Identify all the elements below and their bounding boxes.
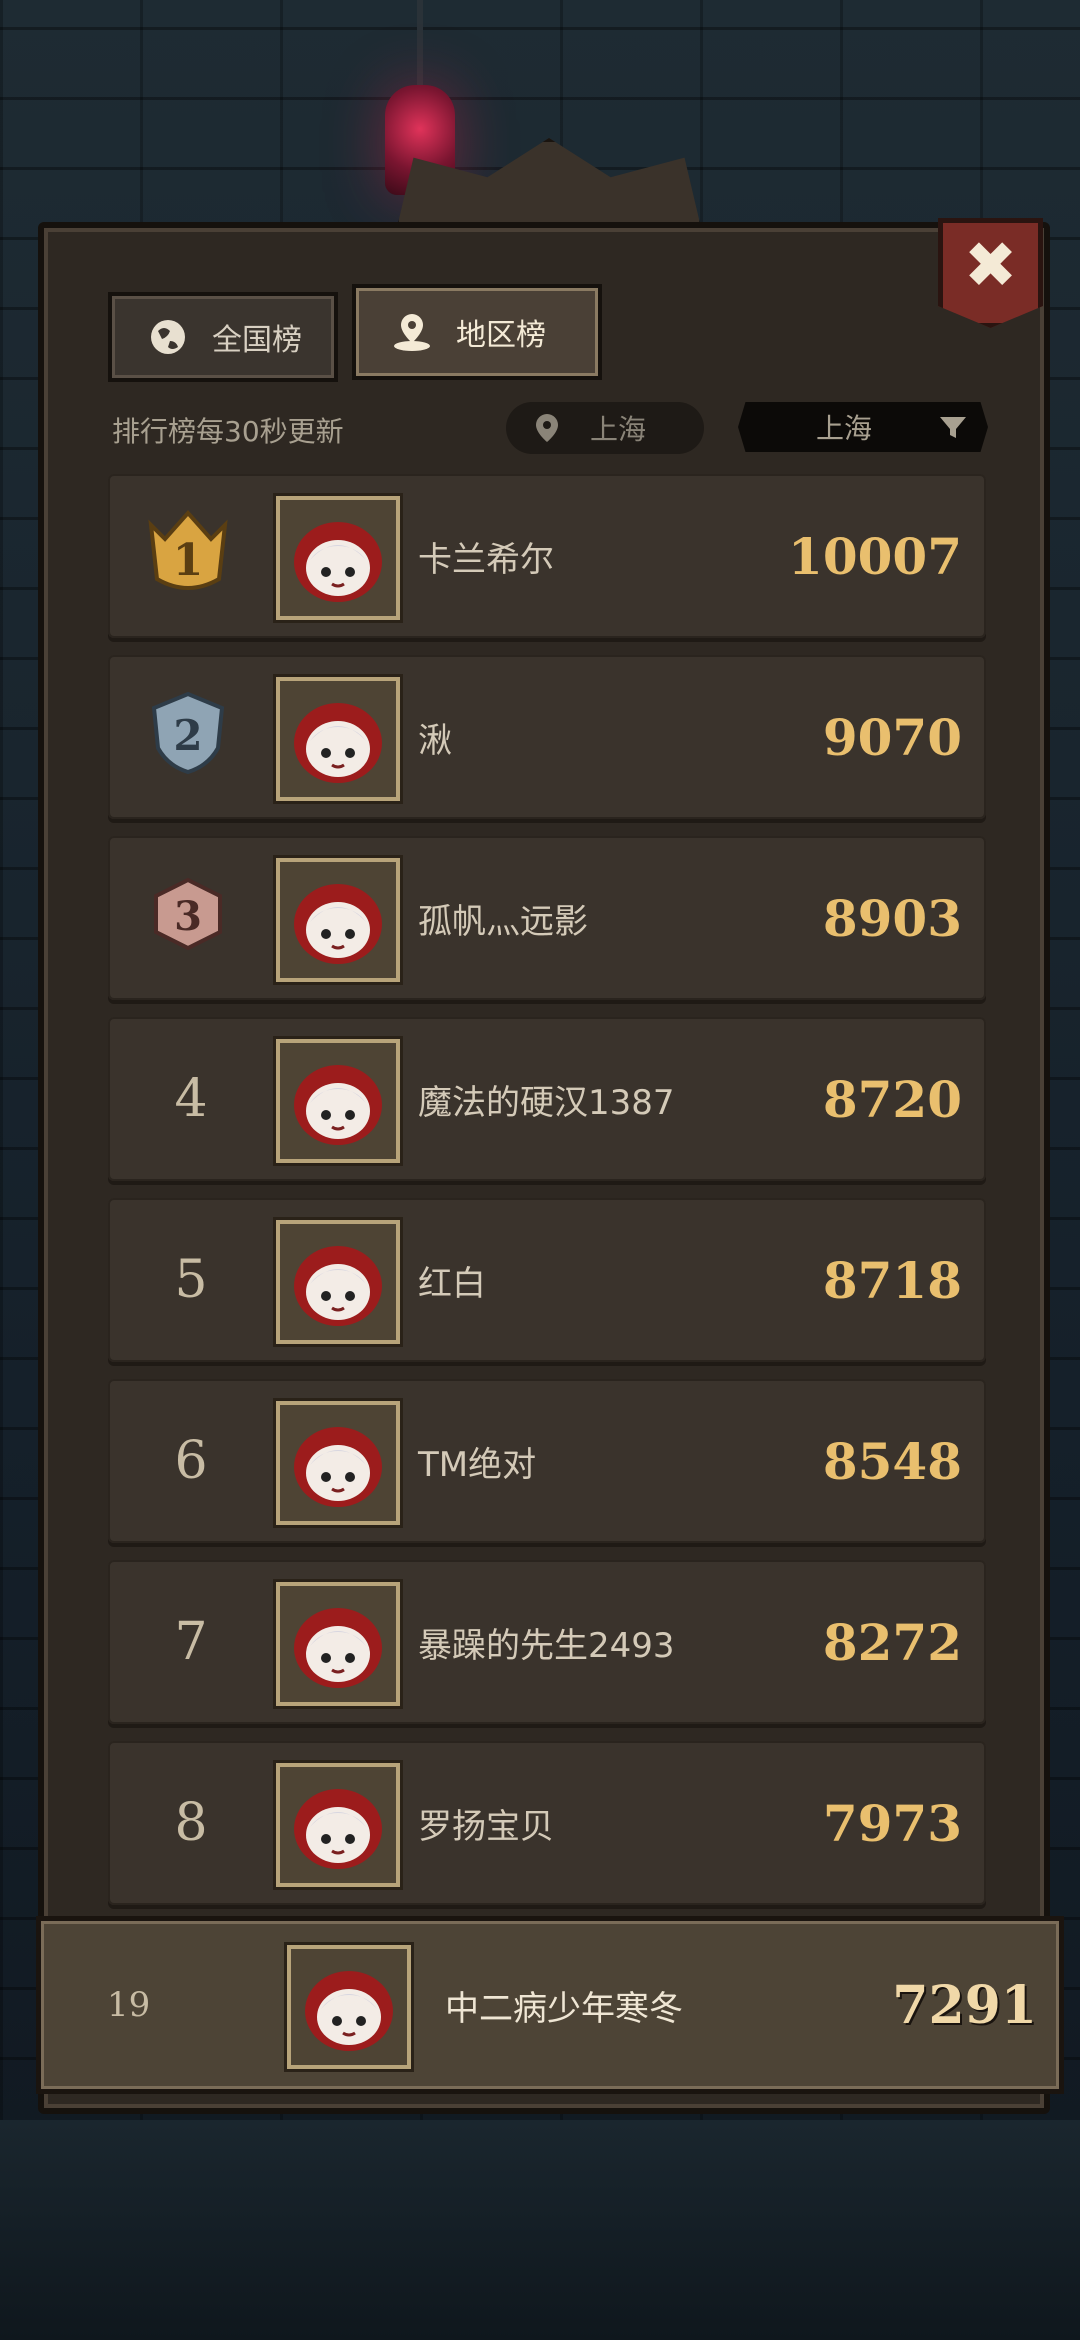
player-name: 罗扬宝贝 xyxy=(418,1806,554,1847)
player-name: 魔法的硬汉1387 xyxy=(418,1082,675,1123)
rank-bronze-badge-icon: 3 xyxy=(138,864,238,964)
filter-icon xyxy=(938,414,968,447)
hooded-girl-avatar-icon xyxy=(294,1065,382,1145)
rank-label: 1 xyxy=(173,535,204,586)
rank-label: 5 xyxy=(174,1250,208,1310)
tab-national[interactable]: 全国榜 xyxy=(108,292,338,382)
tab-regional-label: 地区榜 xyxy=(456,318,546,353)
region-dropdown-label: 上海 xyxy=(816,412,873,445)
self-avatar[interactable] xyxy=(287,1945,411,2069)
rank-label: 6 xyxy=(174,1431,208,1491)
lamp-chain xyxy=(417,0,423,90)
avatar[interactable] xyxy=(276,1582,400,1706)
hooded-girl-avatar-icon xyxy=(305,1971,393,2051)
avatar[interactable] xyxy=(276,496,400,620)
player-name: 湫 xyxy=(418,720,452,761)
leaderboard-row[interactable]: 7 暴躁的先生2493 8272 xyxy=(108,1560,986,1724)
player-score: 7973 xyxy=(822,1793,962,1853)
rank-label: 3 xyxy=(174,893,202,940)
self-player-score: 7291 xyxy=(892,1974,1037,2036)
leaderboard-row[interactable]: 4 魔法的硬汉1387 8720 xyxy=(108,1017,986,1181)
self-player-name: 中二病少年寒冬 xyxy=(445,1988,683,2029)
dungeon-floor xyxy=(0,2120,1080,2340)
avatar[interactable] xyxy=(276,677,400,801)
hooded-girl-avatar-icon xyxy=(294,1608,382,1688)
tab-regional[interactable]: 地区榜 xyxy=(352,284,602,380)
rank-label: 2 xyxy=(173,711,202,760)
player-name: TM绝对 xyxy=(418,1444,537,1485)
current-location-label: 上海 xyxy=(590,413,647,446)
rank-label: 8 xyxy=(174,1793,208,1853)
self-rank-label: 19 xyxy=(107,1985,151,2025)
leaderboard-row[interactable]: 5 红白 8718 xyxy=(108,1198,986,1362)
player-score: 8272 xyxy=(822,1612,962,1672)
tab-national-label: 全国榜 xyxy=(212,323,302,358)
close-icon: ✖ xyxy=(963,229,1018,303)
player-name: 暴躁的先生2493 xyxy=(418,1625,675,1666)
leaderboard-row[interactable]: 6 TM绝对 8548 xyxy=(108,1379,986,1543)
hooded-girl-avatar-icon xyxy=(294,1427,382,1507)
location-pin-icon xyxy=(532,413,562,443)
avatar[interactable] xyxy=(276,1401,400,1525)
rank-gold-badge-icon: 1 xyxy=(138,502,238,602)
close-button[interactable]: ✖ xyxy=(938,218,1043,328)
hooded-girl-avatar-icon xyxy=(294,1789,382,1869)
player-name: 孤帆灬远影 xyxy=(418,901,588,942)
player-score: 8903 xyxy=(822,888,962,948)
rank-silver-badge-icon: 2 xyxy=(138,683,238,783)
player-score: 8720 xyxy=(822,1069,962,1129)
self-rank-row[interactable]: 19 中二病少年寒冬 7291 xyxy=(36,1916,1064,2094)
leaderboard-row[interactable]: 8 罗扬宝贝 7973 xyxy=(108,1741,986,1905)
player-score: 8548 xyxy=(822,1431,962,1491)
region-dropdown[interactable]: 上海 xyxy=(738,402,988,452)
player-score: 8718 xyxy=(822,1250,962,1310)
leaderboard-row[interactable]: 1 卡兰希尔 10007 xyxy=(108,474,986,638)
globe-icon xyxy=(146,315,190,359)
hooded-girl-avatar-icon xyxy=(294,522,382,602)
hooded-girl-avatar-icon xyxy=(294,703,382,783)
hooded-girl-avatar-icon xyxy=(294,884,382,964)
leaderboard-row[interactable]: 3 孤帆灬远影 8903 xyxy=(108,836,986,1000)
current-location: 上海 xyxy=(506,402,704,454)
avatar[interactable] xyxy=(276,1039,400,1163)
player-score: 9070 xyxy=(822,707,962,767)
hooded-girl-avatar-icon xyxy=(294,1246,382,1326)
rank-label: 7 xyxy=(174,1612,208,1672)
player-name: 卡兰希尔 xyxy=(418,539,554,580)
avatar[interactable] xyxy=(276,858,400,982)
player-score: 10007 xyxy=(788,526,962,586)
player-name: 红白 xyxy=(418,1263,486,1304)
avatar[interactable] xyxy=(276,1220,400,1344)
location-pin-icon xyxy=(390,310,434,354)
avatar[interactable] xyxy=(276,1763,400,1887)
leaderboard-row[interactable]: 2 湫 9070 xyxy=(108,655,986,819)
update-note: 排行榜每30秒更新 xyxy=(112,415,344,448)
rank-label: 4 xyxy=(174,1069,208,1129)
